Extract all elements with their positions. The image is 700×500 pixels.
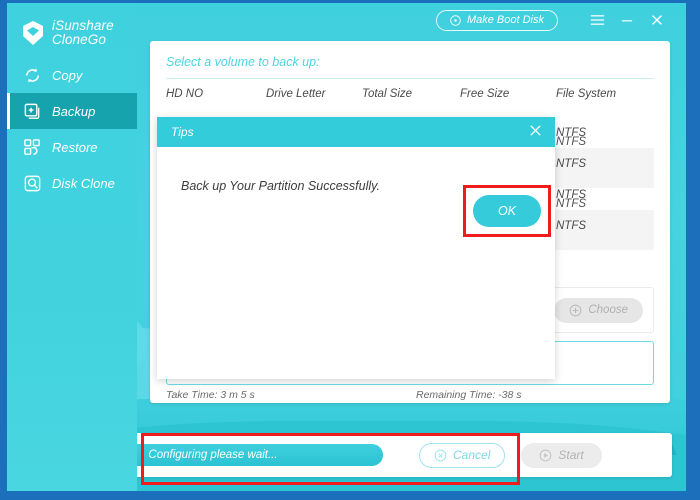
cancel-circle-icon bbox=[434, 449, 447, 462]
remaining-time-label: Remaining Time: -38 s bbox=[416, 389, 522, 401]
volume-table-header: HD NO Drive Letter Total Size Free Size … bbox=[150, 79, 670, 108]
column-header-drive-letter: Drive Letter bbox=[266, 88, 326, 100]
sidebar-item-backup[interactable]: Backup bbox=[7, 93, 137, 129]
sidebar-item-backup-label: Backup bbox=[52, 103, 96, 119]
desktop-background: Make Boot Disk iSunshare CloneGo Copy Ba… bbox=[0, 0, 700, 500]
tips-dialog-title: Tips bbox=[171, 125, 194, 139]
cell-file-system: NTFS bbox=[556, 188, 587, 201]
restore-grid-icon bbox=[23, 138, 42, 157]
take-time-label: Take Time: 3 m 5 s bbox=[166, 389, 255, 401]
minimize-icon[interactable] bbox=[612, 7, 642, 33]
cancel-button-label: Cancel bbox=[453, 448, 491, 462]
tips-dialog-header: Tips bbox=[157, 117, 555, 147]
brand-line-2: CloneGo bbox=[52, 32, 106, 47]
refresh-copy-icon bbox=[23, 66, 42, 85]
brand-line-1: iSunshare bbox=[52, 18, 114, 33]
play-circle-icon bbox=[539, 449, 552, 462]
panel-title: Select a volume to back up: bbox=[166, 55, 320, 69]
start-button-label: Start bbox=[558, 448, 584, 462]
progress-bar-label: Configuring please wait... bbox=[148, 449, 278, 461]
disk-clone-icon bbox=[23, 174, 42, 193]
sidebar: iSunshare CloneGo Copy Backup Restore Di… bbox=[7, 3, 137, 491]
shield-logo-icon bbox=[21, 20, 45, 46]
tips-dialog: Tips Back up Your Partition Successfully… bbox=[157, 117, 555, 379]
choose-button-label: Choose bbox=[588, 304, 628, 316]
tips-dialog-message: Back up Your Partition Successfully. bbox=[181, 179, 380, 193]
sidebar-item-disk-clone-label: Disk Clone bbox=[52, 175, 115, 191]
plus-circle-icon bbox=[569, 304, 582, 317]
column-header-hd-no: HD NO bbox=[166, 88, 204, 100]
cell-file-system: NTFS bbox=[556, 219, 587, 232]
application-window: Make Boot Disk iSunshare CloneGo Copy Ba… bbox=[7, 3, 686, 491]
disc-icon bbox=[450, 14, 461, 26]
time-status-row: Take Time: 3 m 5 s Remaining Time: -38 s bbox=[166, 389, 654, 401]
column-header-file-system: File System bbox=[556, 88, 617, 100]
brand-name: iSunshare CloneGo bbox=[52, 19, 114, 47]
sidebar-item-copy[interactable]: Copy bbox=[7, 57, 137, 93]
sidebar-item-copy-label: Copy bbox=[52, 67, 83, 83]
column-header-free-size: Free Size bbox=[460, 88, 510, 100]
backup-plus-icon bbox=[23, 102, 42, 121]
close-icon[interactable] bbox=[526, 123, 545, 141]
title-bar: Make Boot Disk bbox=[137, 3, 686, 37]
sidebar-item-restore[interactable]: Restore bbox=[7, 129, 137, 165]
column-header-total-size: Total Size bbox=[362, 88, 413, 100]
close-icon[interactable] bbox=[642, 7, 672, 33]
sidebar-item-disk-clone[interactable]: Disk Clone bbox=[7, 165, 137, 201]
sidebar-item-restore-label: Restore bbox=[52, 139, 98, 155]
cell-file-system: NTFS bbox=[556, 157, 587, 170]
choose-button[interactable]: Choose bbox=[554, 297, 643, 323]
brand-logo: iSunshare CloneGo bbox=[7, 3, 137, 51]
ok-button[interactable]: OK bbox=[473, 195, 541, 227]
start-button[interactable]: Start bbox=[521, 442, 602, 468]
make-boot-disk-button[interactable]: Make Boot Disk bbox=[435, 9, 558, 31]
cell-file-system: NTFS bbox=[556, 126, 587, 139]
make-boot-disk-label: Make Boot Disk bbox=[466, 14, 544, 26]
ok-button-label: OK bbox=[497, 204, 517, 218]
cancel-button[interactable]: Cancel bbox=[419, 442, 506, 468]
hamburger-menu-icon[interactable] bbox=[582, 7, 612, 33]
